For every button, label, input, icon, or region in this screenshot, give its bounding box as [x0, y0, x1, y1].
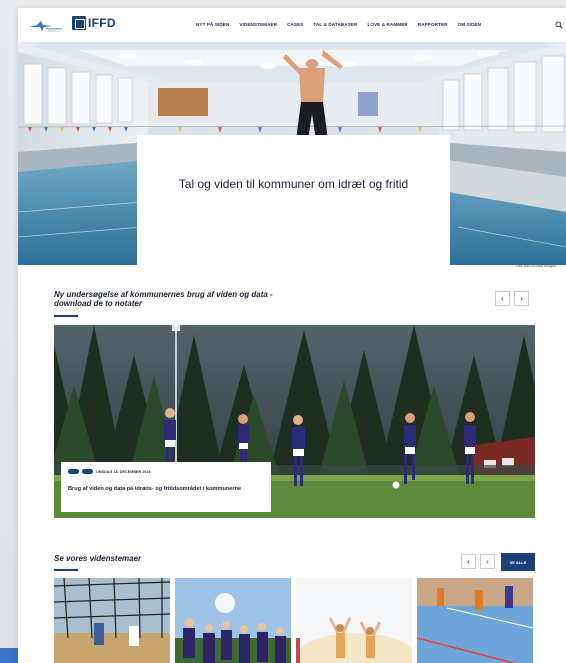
image-credit: Lars Baron/Getty Images [516, 264, 556, 268]
football-team-image [175, 578, 291, 663]
nav-item-nyt[interactable]: NYT PÅ SIDEN [196, 22, 229, 27]
category-pill [68, 469, 79, 474]
see-all-button[interactable]: SE ALLE [501, 553, 535, 571]
theme-card-futsal[interactable] [417, 578, 533, 663]
next-button[interactable]: › [514, 291, 529, 306]
nav-item-om-siden[interactable]: OM SIDEN [458, 22, 482, 27]
section-title-themes: Se vores videnstemaer [54, 554, 142, 563]
nav-item-cases[interactable]: CASES [287, 22, 303, 27]
next-button[interactable]: › [480, 554, 495, 569]
article-meta: ONSDAG 18. DECEMBER 2024 [68, 469, 151, 474]
hero-title: Tal og viden til kommuner om idræt og fr… [178, 177, 409, 191]
theme-card-volleyball[interactable] [54, 578, 170, 663]
hero-banner: Tal og viden til kommuner om idræt og fr… [18, 42, 566, 265]
main-nav: NYT PÅ SIDEN VIDENSTEMAER CASES TAL & DA… [196, 22, 481, 27]
site-header: IFFD NYT PÅ SIDEN VIDENSTEMAER CASES TAL… [18, 8, 566, 42]
nav-item-love-rammer[interactable]: LOVE & RAMMER [367, 22, 407, 27]
featured-article-card[interactable]: ONSDAG 18. DECEMBER 2024 Brug af viden o… [61, 462, 271, 512]
section-title-news: Ny undersøgelse af kommunernes brug af v… [54, 290, 273, 308]
theme-card-football[interactable] [175, 578, 291, 663]
section-underline [54, 569, 78, 571]
article-date: ONSDAG 18. DECEMBER 2024 [96, 469, 151, 474]
partner-logo[interactable] [28, 18, 64, 34]
iffd-logo[interactable]: IFFD [72, 16, 116, 30]
article-title[interactable]: Brug af viden og data på idræts- og frit… [68, 486, 268, 492]
prev-button[interactable]: ‹ [495, 291, 510, 306]
search-icon[interactable] [555, 21, 563, 29]
prev-button[interactable]: ‹ [461, 554, 476, 569]
background-left [0, 0, 18, 663]
chevron-left-icon: ‹ [467, 557, 470, 566]
volleyball-net-image [54, 578, 170, 663]
nav-item-videnstemaer[interactable]: VIDENSTEMAER [239, 22, 277, 27]
hero-card: Tal og viden til kommuner om idræt og fr… [137, 135, 450, 265]
chevron-right-icon: › [486, 557, 489, 566]
theme-card-celebration[interactable] [296, 578, 412, 663]
nav-item-rapporter[interactable]: RAPPORTER [418, 22, 448, 27]
iffd-logo-text: IFFD [88, 16, 116, 30]
section-underline [54, 315, 78, 317]
category-pill [82, 469, 93, 474]
nav-item-tal-databaser[interactable]: TAL & DATABASER [313, 22, 357, 27]
futsal-court-image [417, 578, 533, 663]
celebration-image [296, 578, 412, 663]
iffd-logo-mark [72, 16, 86, 30]
chevron-left-icon: ‹ [501, 294, 504, 303]
page: IFFD NYT PÅ SIDEN VIDENSTEMAER CASES TAL… [18, 8, 566, 663]
background-accent [0, 648, 20, 663]
chevron-right-icon: › [520, 294, 523, 303]
